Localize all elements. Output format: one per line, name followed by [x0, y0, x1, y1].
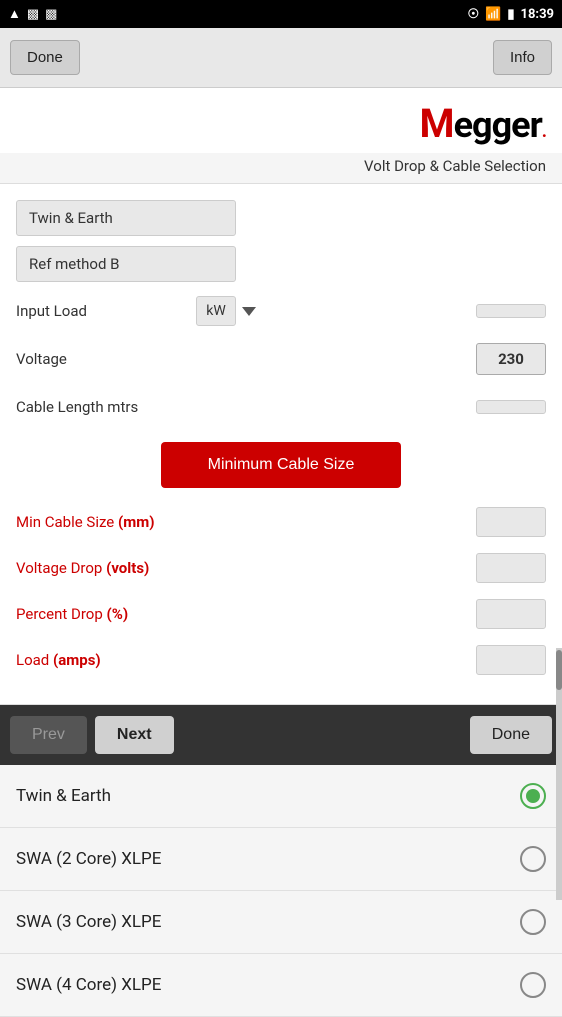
logo-area: Megger. — [0, 88, 562, 153]
percent-drop-result-label: Percent Drop (%) — [16, 605, 476, 623]
list-item-twin-earth[interactable]: Twin & Earth — [0, 765, 562, 828]
main-content: Twin & Earth Ref method B Input Load kW … — [0, 184, 562, 705]
min-cable-size-result-row: Min Cable Size (mm) — [16, 504, 546, 540]
min-cable-size-result-value — [476, 507, 546, 537]
bottom-nav: Prev Next Done — [0, 705, 562, 765]
radio-swa-4core[interactable] — [520, 972, 546, 998]
load-result-row: Load (amps) — [16, 642, 546, 678]
voltage-row: Voltage 230 — [16, 340, 546, 378]
load-result-value — [476, 645, 546, 675]
cable-length-value[interactable] — [476, 400, 546, 414]
input-load-value[interactable] — [476, 304, 546, 318]
input-load-unit-wrap: kW — [196, 296, 256, 326]
voltage-drop-result-label: Voltage Drop (volts) — [16, 559, 476, 577]
ref-method-selector-row: Ref method B — [16, 246, 546, 282]
input-load-label: Input Load — [16, 302, 196, 320]
time-display: 18:39 — [521, 7, 555, 22]
cable-type-selector-row: Twin & Earth — [16, 200, 546, 236]
sim-icon: ▲ — [8, 6, 21, 22]
info-button[interactable]: Info — [493, 40, 552, 75]
done-button-bottom[interactable]: Done — [470, 716, 552, 754]
load-result-label: Load (amps) — [16, 651, 476, 669]
battery-icon: ▮ — [507, 7, 514, 22]
cable-length-label: Cable Length mtrs — [16, 398, 196, 416]
ref-method-selector[interactable]: Ref method B — [16, 246, 236, 282]
done-button-top[interactable]: Done — [10, 40, 80, 75]
cable-type-selector[interactable]: Twin & Earth — [16, 200, 236, 236]
min-cable-size-button[interactable]: Minimum Cable Size — [161, 442, 401, 488]
cable-type-list: Twin & Earth SWA (2 Core) XLPE SWA (3 Co… — [0, 765, 562, 1017]
voltage-drop-result-value — [476, 553, 546, 583]
input-load-unit: kW — [196, 296, 236, 326]
input-load-row: Input Load kW — [16, 292, 546, 330]
list-item-label: Twin & Earth — [16, 786, 520, 806]
input-load-dropdown-icon[interactable] — [242, 307, 256, 316]
list-item-label: SWA (4 Core) XLPE — [16, 975, 520, 995]
image-icon: ▩ — [27, 7, 39, 22]
radio-inner-selected — [526, 789, 540, 803]
voltage-label: Voltage — [16, 350, 196, 368]
eye-icon: ☉ — [468, 7, 480, 22]
radio-twin-earth[interactable] — [520, 783, 546, 809]
toolbar: Done Info — [0, 28, 562, 88]
prev-button[interactable]: Prev — [10, 716, 87, 754]
message-icon: ▩ — [45, 7, 57, 22]
scrollbar[interactable] — [556, 648, 562, 900]
radio-swa-2core[interactable] — [520, 846, 546, 872]
cable-length-row: Cable Length mtrs — [16, 388, 546, 426]
logo: Megger. — [420, 104, 546, 146]
percent-drop-result-row: Percent Drop (%) — [16, 596, 546, 632]
list-item-label: SWA (2 Core) XLPE — [16, 849, 520, 869]
status-bar: ▲ ▩ ▩ ☉ 📶 ▮ 18:39 — [0, 0, 562, 28]
radio-swa-3core[interactable] — [520, 909, 546, 935]
voltage-value[interactable]: 230 — [476, 343, 546, 375]
list-item-swa-2core[interactable]: SWA (2 Core) XLPE — [0, 828, 562, 891]
voltage-drop-result-row: Voltage Drop (volts) — [16, 550, 546, 586]
status-right-icons: ☉ 📶 ▮ 18:39 — [468, 7, 555, 22]
wifi-icon: 📶 — [485, 7, 501, 22]
status-left-icons: ▲ ▩ ▩ — [8, 6, 57, 22]
list-item-swa-3core[interactable]: SWA (3 Core) XLPE — [0, 891, 562, 954]
list-item-label: SWA (3 Core) XLPE — [16, 912, 520, 932]
page-subtitle: Volt Drop & Cable Selection — [0, 153, 562, 184]
next-button[interactable]: Next — [95, 716, 174, 754]
scrollbar-thumb[interactable] — [556, 650, 562, 690]
list-item-swa-4core[interactable]: SWA (4 Core) XLPE — [0, 954, 562, 1017]
percent-drop-result-value — [476, 599, 546, 629]
min-cable-size-result-label: Min Cable Size (mm) — [16, 513, 476, 531]
